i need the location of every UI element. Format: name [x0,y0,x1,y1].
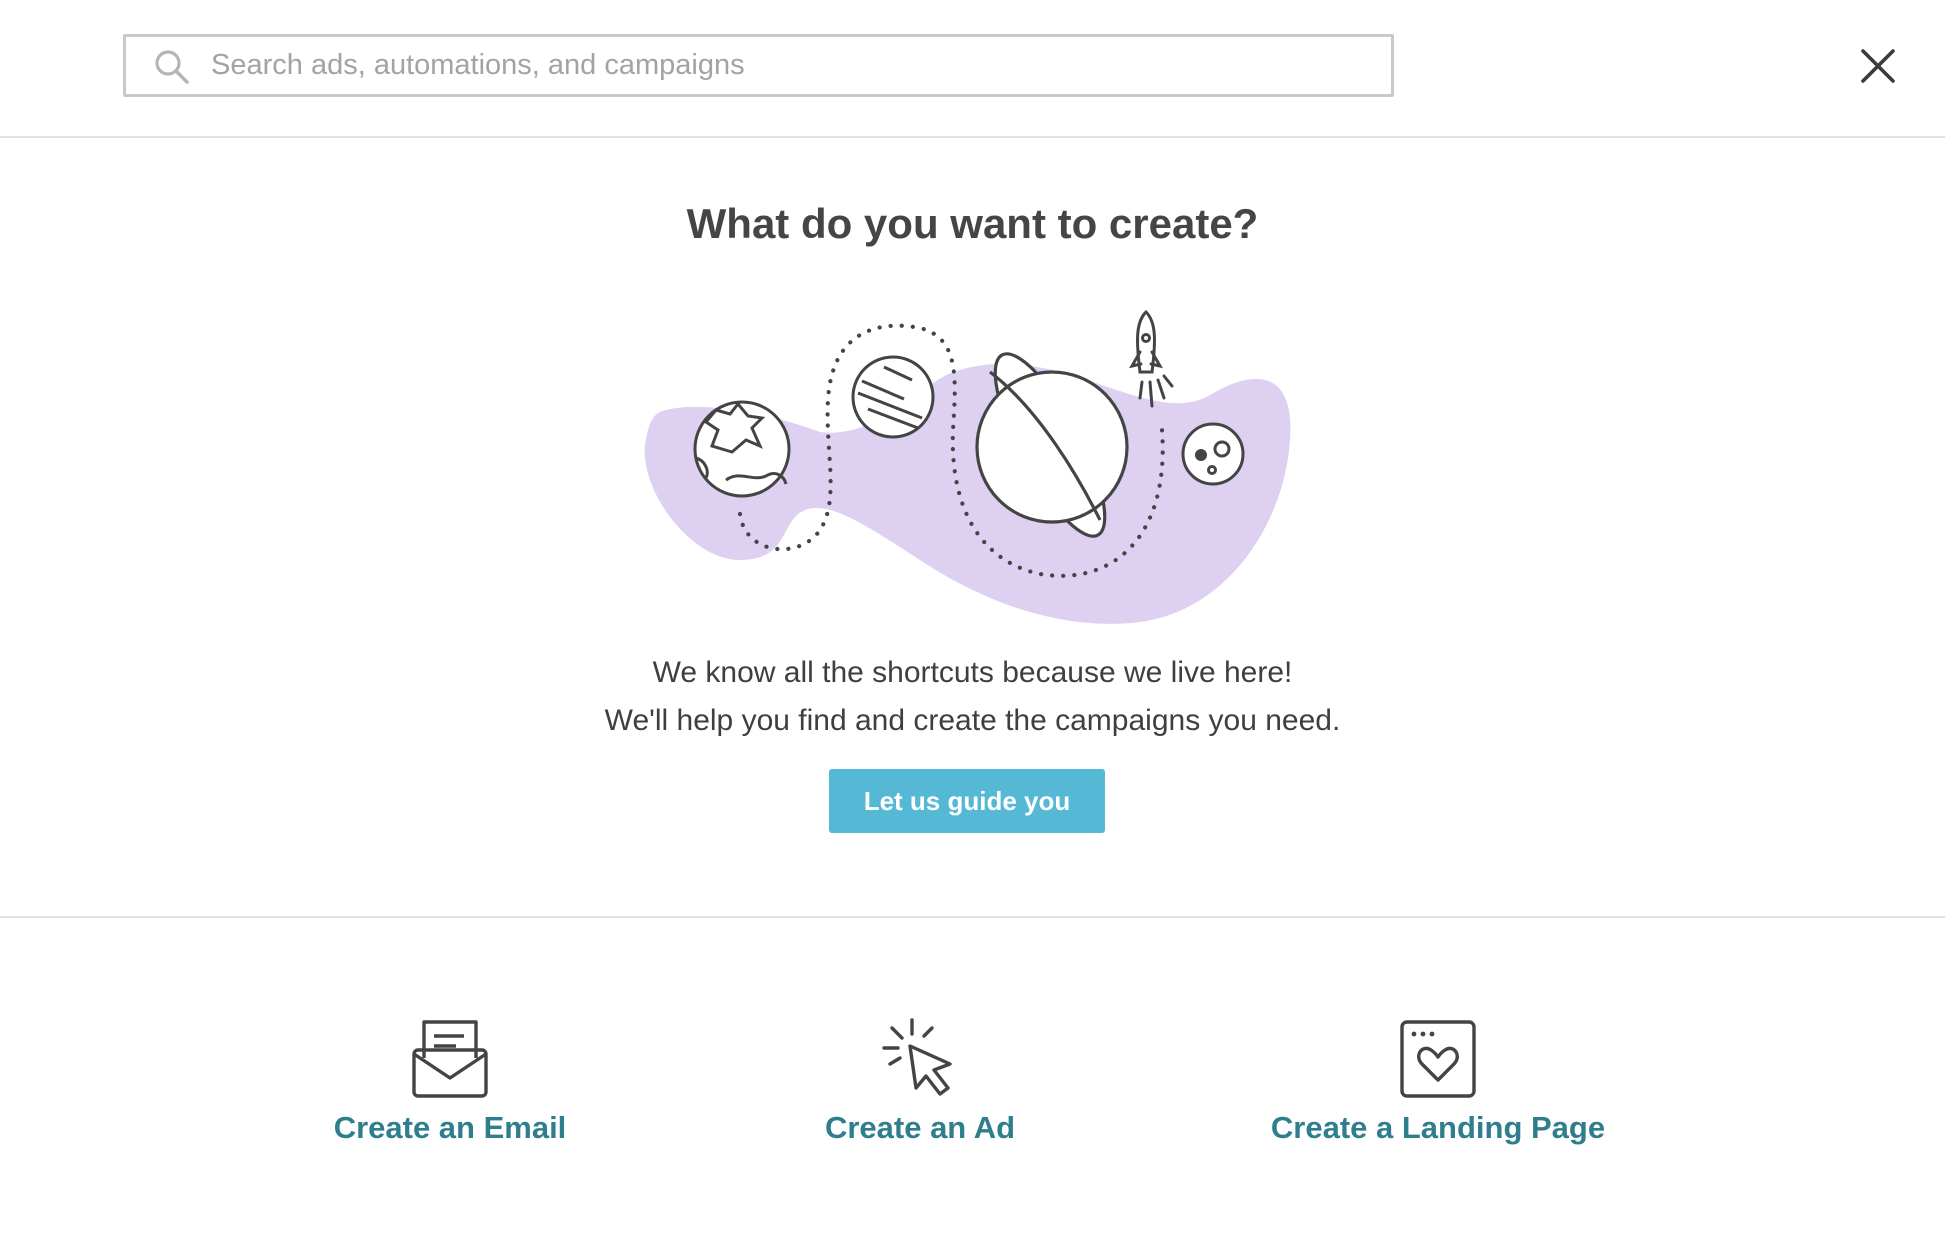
create-options: Create an Email Create an Ad Create a La… [0,918,1945,1256]
search-input[interactable] [211,37,1371,94]
create-landing-page-label: Create a Landing Page [1270,1110,1606,1145]
top-bar [0,0,1945,138]
moon-icon [1181,422,1245,486]
hero-section: What do you want to create? We know all … [0,138,1945,918]
tagline-line-1: We know all the shortcuts because we liv… [652,656,1293,689]
striped-planet-icon [851,355,935,439]
tagline-line-2: We'll help you find and create the campa… [604,704,1341,737]
search-icon [155,50,189,84]
create-email-option[interactable]: Create an Email [300,1016,600,1146]
let-us-guide-you-button[interactable]: Let us guide you [829,769,1105,833]
search-box[interactable] [123,34,1394,97]
browser-heart-icon [1400,1020,1476,1098]
create-ad-option[interactable]: Create an Ad [770,1016,1070,1146]
create-email-label: Create an Email [333,1110,567,1145]
create-landing-page-option[interactable]: Create a Landing Page [1238,1016,1638,1146]
rocket-icon [1129,309,1174,408]
cursor-click-icon [882,1018,952,1096]
space-planets-illustration [644,309,1291,624]
earth-icon [693,400,791,498]
close-icon[interactable] [1856,44,1900,88]
page-title: What do you want to create? [686,200,1259,247]
envelope-icon [412,1020,488,1098]
create-ad-label: Create an Ad [824,1110,1016,1145]
